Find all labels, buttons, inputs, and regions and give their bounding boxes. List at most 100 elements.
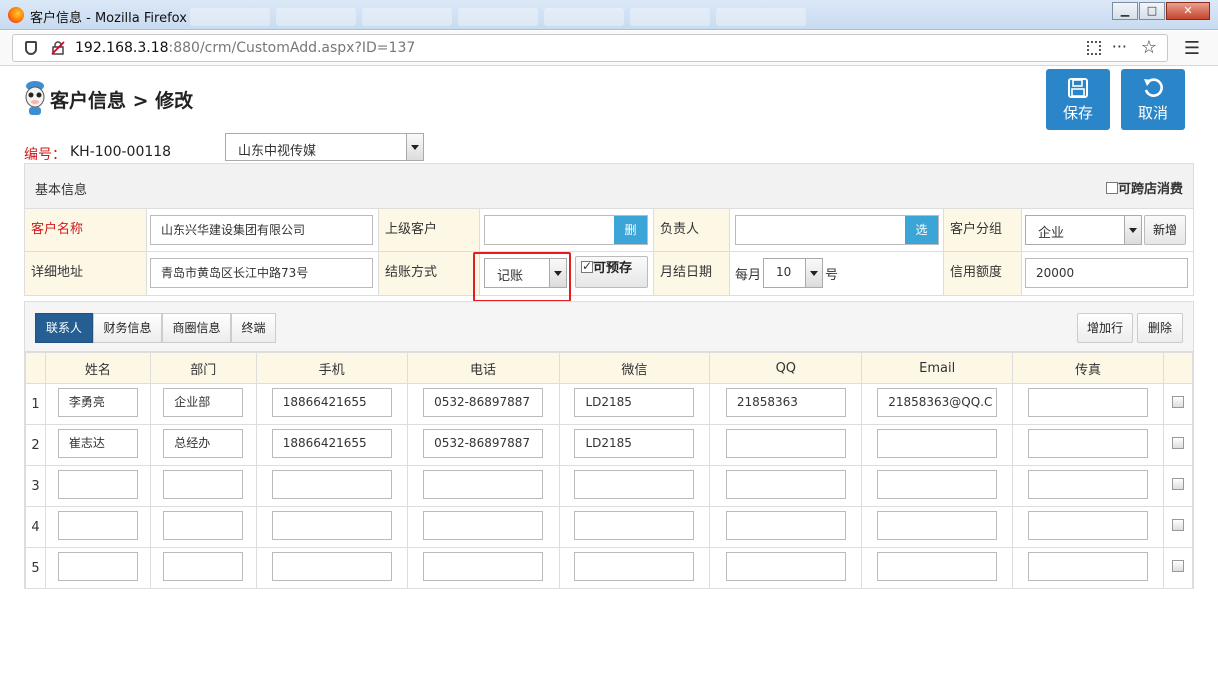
contact-name-input[interactable]: 崔志达 bbox=[57, 428, 138, 458]
contact-wechat-input[interactable] bbox=[574, 469, 695, 499]
contact-qq-input[interactable] bbox=[725, 469, 846, 499]
owner-input[interactable]: 选 bbox=[735, 215, 939, 245]
contact-phone-input[interactable] bbox=[423, 551, 544, 581]
minimize-button[interactable]: ▁ bbox=[1112, 2, 1138, 20]
contact-qq-input[interactable] bbox=[725, 510, 846, 540]
chevron-down-icon[interactable] bbox=[406, 134, 423, 160]
parent-customer-input[interactable]: 删 bbox=[484, 215, 648, 245]
page-actions-icon[interactable]: ··· bbox=[1112, 37, 1127, 56]
col-name: 姓名 bbox=[44, 352, 151, 384]
col-wechat: 微信 bbox=[558, 352, 711, 384]
contact-email-input[interactable] bbox=[877, 510, 998, 540]
contact-name-input[interactable] bbox=[57, 551, 138, 581]
row-checkbox[interactable] bbox=[1172, 478, 1184, 490]
tab-finance[interactable]: 财务信息 bbox=[93, 313, 162, 343]
contact-fax-input[interactable] bbox=[1028, 428, 1149, 458]
address-input[interactable]: 青岛市黄岛区长江中路73号 bbox=[150, 258, 373, 288]
tab-terminal[interactable]: 终端 bbox=[231, 313, 276, 343]
maximize-button[interactable]: □ bbox=[1139, 2, 1165, 20]
row-checkbox[interactable] bbox=[1172, 519, 1184, 531]
contact-wechat-input[interactable] bbox=[574, 510, 695, 540]
contact-qq-input[interactable]: 21858363 bbox=[725, 387, 846, 417]
bookmark-star-icon[interactable]: ☆ bbox=[1141, 37, 1157, 58]
contact-name-input[interactable] bbox=[57, 469, 138, 499]
contact-dept-input[interactable] bbox=[163, 469, 244, 499]
contact-fax-input[interactable] bbox=[1028, 469, 1149, 499]
row-checkbox[interactable] bbox=[1172, 560, 1184, 572]
tracking-shield-icon[interactable] bbox=[25, 41, 37, 55]
col-qq: QQ bbox=[709, 352, 863, 384]
qr-code-icon[interactable] bbox=[1087, 41, 1101, 55]
contact-email-input[interactable]: 21858363@QQ.C bbox=[877, 387, 998, 417]
close-window-button[interactable]: ✕ bbox=[1166, 2, 1210, 20]
credit-limit-input[interactable]: 20000 bbox=[1025, 258, 1188, 288]
contact-dept-input[interactable]: 总经办 bbox=[163, 428, 244, 458]
customer-group-label: 客户分组 bbox=[943, 209, 1022, 251]
mascot-logo-icon bbox=[25, 81, 45, 115]
contact-fax-input[interactable] bbox=[1028, 510, 1149, 540]
contact-name-input[interactable] bbox=[57, 510, 138, 540]
contact-wechat-input[interactable]: LD2185 bbox=[574, 387, 695, 417]
owner-select-button[interactable]: 选 bbox=[905, 216, 938, 244]
contact-mobile-input[interactable] bbox=[271, 469, 392, 499]
row-number: 1 bbox=[25, 383, 46, 425]
month-day-select[interactable]: 10 bbox=[763, 258, 823, 288]
row-number: 4 bbox=[25, 506, 46, 548]
contact-mobile-input[interactable]: 18866421655 bbox=[271, 387, 392, 417]
cross-store-option[interactable]: 可跨店消费 bbox=[1105, 178, 1183, 197]
contact-email-input[interactable] bbox=[877, 469, 998, 499]
prestore-label: 可预存 bbox=[593, 261, 633, 276]
contact-qq-input[interactable] bbox=[725, 551, 846, 581]
customer-name-input[interactable]: 山东兴华建设集团有限公司 bbox=[150, 215, 373, 245]
company-select[interactable]: 山东中视传媒 bbox=[225, 133, 424, 161]
prestore-checkbox[interactable] bbox=[581, 258, 593, 274]
contact-phone-input[interactable]: 0532-86897887 bbox=[423, 428, 544, 458]
parent-delete-button[interactable]: 删 bbox=[614, 216, 647, 244]
table-header-row: 姓名 部门 手机 电话 微信 QQ Email 传真 bbox=[25, 352, 1193, 384]
contact-mobile-input[interactable] bbox=[271, 510, 392, 540]
chevron-down-icon[interactable] bbox=[1124, 216, 1141, 244]
contact-dept-input[interactable]: 企业部 bbox=[163, 387, 244, 417]
contact-wechat-input[interactable] bbox=[574, 551, 695, 581]
row-checkbox[interactable] bbox=[1172, 396, 1184, 408]
col-index bbox=[25, 352, 46, 384]
row-number: 2 bbox=[25, 424, 46, 466]
contact-dept-input[interactable] bbox=[163, 510, 244, 540]
add-group-button[interactable]: 新增 bbox=[1144, 215, 1186, 245]
contact-fax-input[interactable] bbox=[1028, 387, 1149, 417]
contact-mobile-input[interactable]: 18866421655 bbox=[271, 428, 392, 458]
cross-store-checkbox[interactable] bbox=[1105, 182, 1118, 194]
contact-email-input[interactable] bbox=[877, 428, 998, 458]
delete-row-button[interactable]: 删除 bbox=[1137, 313, 1183, 343]
contact-wechat-input[interactable]: LD2185 bbox=[574, 428, 695, 458]
customer-group-select[interactable]: 企业 bbox=[1025, 215, 1142, 245]
parent-customer-label: 上级客户 bbox=[378, 209, 480, 251]
contact-phone-input[interactable] bbox=[423, 469, 544, 499]
address-bar[interactable]: 192.168.3.18:880/crm/CustomAdd.aspx?ID=1… bbox=[12, 34, 1168, 62]
address-label: 详细地址 bbox=[25, 252, 147, 295]
save-button[interactable]: 保存 bbox=[1046, 69, 1110, 130]
tab-contacts[interactable]: 联系人 bbox=[35, 313, 93, 343]
contact-mobile-input[interactable] bbox=[271, 551, 392, 581]
contact-qq-input[interactable] bbox=[725, 428, 846, 458]
contact-fax-input[interactable] bbox=[1028, 551, 1149, 581]
contact-email-input[interactable] bbox=[877, 551, 998, 581]
col-phone: 电话 bbox=[406, 352, 560, 384]
cancel-button[interactable]: 取消 bbox=[1121, 69, 1185, 130]
hamburger-menu-icon[interactable]: ☰ bbox=[1184, 38, 1200, 59]
contact-phone-input[interactable]: 0532-86897887 bbox=[423, 387, 544, 417]
table-row: 1 李勇亮 企业部 18866421655 0532-86897887 LD21… bbox=[25, 383, 1193, 425]
background-tabs bbox=[190, 8, 1090, 26]
add-row-button[interactable]: 增加行 bbox=[1077, 313, 1133, 343]
row-checkbox[interactable] bbox=[1172, 437, 1184, 449]
contact-name-input[interactable]: 李勇亮 bbox=[57, 387, 138, 417]
tab-business-district[interactable]: 商圈信息 bbox=[162, 313, 231, 343]
form-row-1: 客户名称 山东兴华建设集团有限公司 上级客户 删 负责人 选 客户分组 企业 新… bbox=[25, 209, 1193, 252]
chevron-down-icon[interactable] bbox=[805, 259, 822, 287]
table-row: 5 bbox=[25, 547, 1193, 589]
insecure-lock-icon[interactable] bbox=[51, 41, 65, 55]
prestore-option[interactable]: 可预存 bbox=[575, 256, 648, 288]
url-text[interactable]: 192.168.3.18:880/crm/CustomAdd.aspx?ID=1… bbox=[75, 40, 415, 56]
contact-dept-input[interactable] bbox=[163, 551, 244, 581]
contact-phone-input[interactable] bbox=[423, 510, 544, 540]
